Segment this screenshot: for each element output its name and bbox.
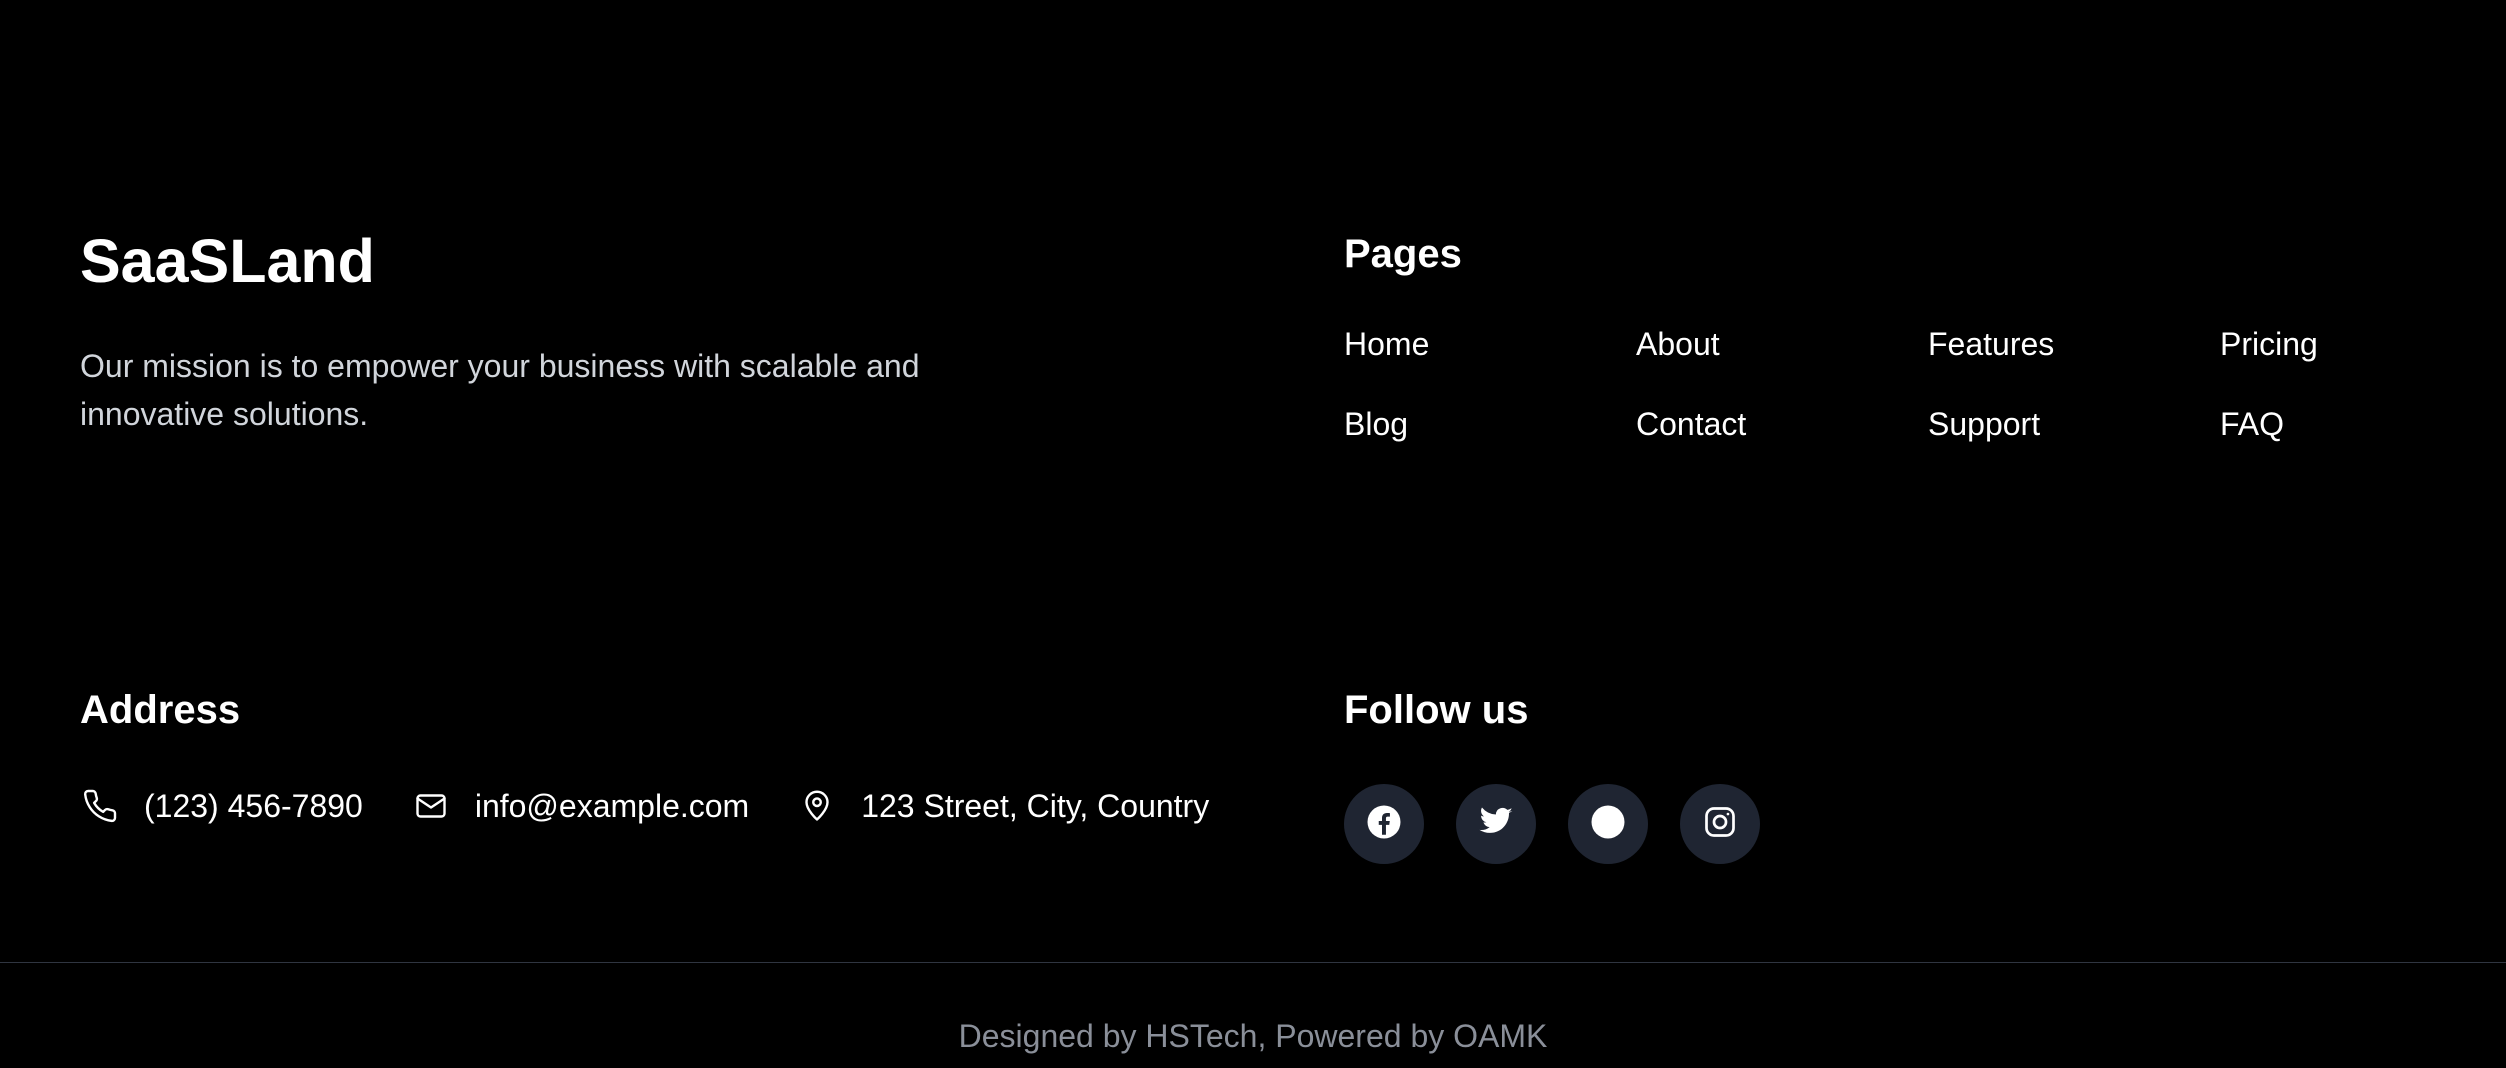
brand-section: SaaSLand Our mission is to empower your …	[80, 222, 1080, 432]
contact-details: (123) 456-7890 info@example.com 123 Stre…	[80, 786, 1257, 826]
email-address: info@example.com	[474, 788, 750, 824]
instagram-button[interactable]	[1680, 784, 1760, 864]
mail-icon	[411, 786, 451, 826]
location-address: 123 Street, City, Country	[861, 788, 1210, 824]
contact-email[interactable]: info@example.com	[411, 786, 749, 826]
address-section: Address (123) 456-7890 info@example.com	[80, 682, 1280, 824]
phone-icon	[80, 786, 120, 826]
footer-link-features[interactable]: Features	[1928, 326, 2220, 406]
footer-link-home[interactable]: Home	[1344, 326, 1636, 406]
twitter-icon	[1478, 804, 1514, 845]
address-heading: Address	[80, 688, 241, 732]
contact-phone[interactable]: (123) 456-7890	[80, 786, 363, 826]
footer-link-blog[interactable]: Blog	[1344, 406, 1636, 486]
map-pin-icon	[797, 786, 837, 826]
footer-link-support[interactable]: Support	[1928, 406, 2220, 486]
contact-location[interactable]: 123 Street, City, Country	[797, 786, 1209, 826]
follow-section: Follow us	[1344, 682, 2144, 864]
footer-link-faq[interactable]: FAQ	[2220, 406, 2506, 486]
brand-description: Our mission is to empower your business …	[80, 348, 920, 432]
circle-icon	[1590, 804, 1626, 845]
facebook-icon	[1366, 804, 1402, 845]
footer-link-pricing[interactable]: Pricing	[2220, 326, 2506, 406]
facebook-button[interactable]	[1344, 784, 1424, 864]
site-footer: SaaSLand Our mission is to empower your …	[0, 0, 2506, 1068]
brand-logo-text[interactable]: SaaSLand	[80, 222, 1080, 300]
footer-divider	[0, 962, 2506, 963]
footer-credits: Designed by HSTech, Powered by OAMK	[958, 1018, 1548, 1054]
follow-heading: Follow us	[1344, 688, 1529, 732]
footer-link-contact[interactable]: Contact	[1636, 406, 1928, 486]
instagram-icon	[1702, 804, 1738, 845]
pages-links-grid: Home About Features Pricing Blog Contact…	[1344, 326, 2506, 486]
footer-link-about[interactable]: About	[1636, 326, 1928, 406]
twitter-button[interactable]	[1456, 784, 1536, 864]
circle-button[interactable]	[1568, 784, 1648, 864]
phone-number: (123) 456-7890	[144, 788, 363, 824]
pages-section: Pages Home About Features Pricing Blog C…	[1344, 226, 2444, 442]
social-links	[1344, 784, 1792, 864]
pages-heading: Pages	[1344, 232, 1462, 276]
